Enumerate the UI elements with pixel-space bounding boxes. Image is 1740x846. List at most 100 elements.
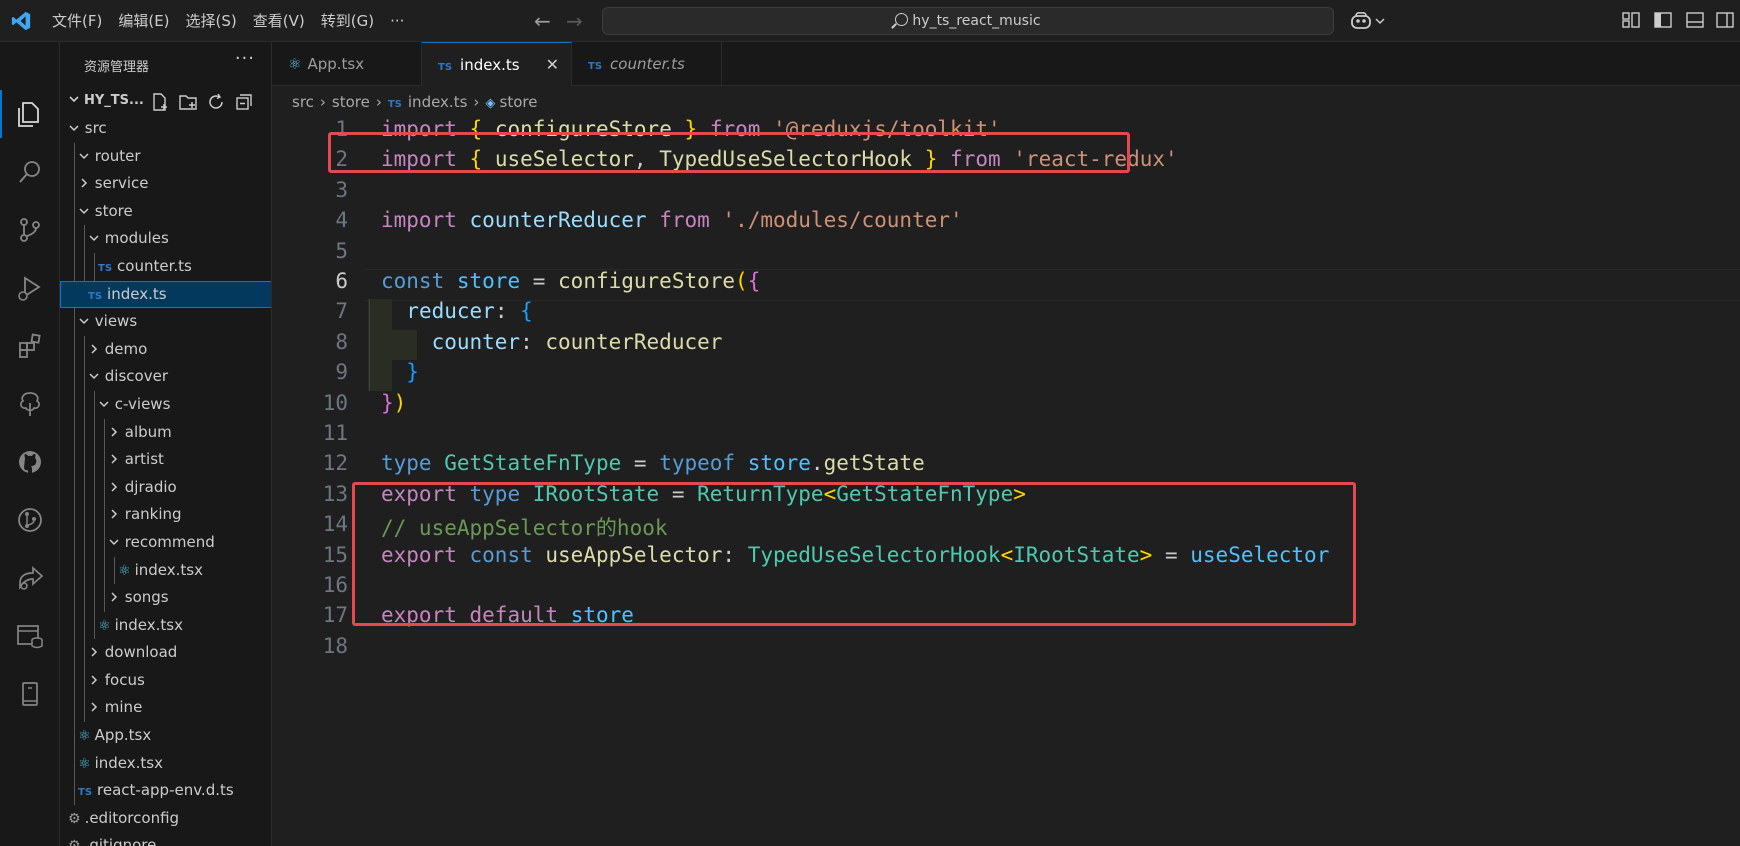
- customize-layout-icon[interactable]: [1622, 12, 1640, 28]
- code-token: {: [520, 299, 533, 324]
- source-control-icon[interactable]: [12, 212, 48, 248]
- close-icon[interactable]: ✕: [546, 43, 559, 87]
- chevron-right-icon: [111, 454, 118, 464]
- folder-item[interactable]: modules: [60, 225, 271, 253]
- vscode-logo-icon[interactable]: [10, 10, 32, 32]
- forward-arrow-icon[interactable]: →: [566, 0, 583, 42]
- breadcrumb-item[interactable]: store: [332, 93, 370, 111]
- refresh-icon[interactable]: [206, 92, 226, 112]
- toggle-panel-icon[interactable]: [1686, 12, 1704, 28]
- file-item[interactable]: ⚙.gitignore: [60, 832, 271, 846]
- new-folder-icon[interactable]: [178, 92, 198, 112]
- live-share-icon[interactable]: [12, 560, 48, 596]
- toggle-primary-sidebar-icon[interactable]: [1654, 12, 1672, 28]
- menu-item[interactable]: 查看(V): [245, 0, 313, 42]
- breadcrumb-item[interactable]: src: [292, 93, 314, 111]
- file-item[interactable]: ⚛ index.tsx: [60, 556, 271, 585]
- database-icon[interactable]: [12, 618, 48, 654]
- file-item[interactable]: ⚛ index.tsx: [60, 749, 271, 778]
- breadcrumb: src › store › TS index.ts › ◈ store: [292, 88, 538, 116]
- chevron-right-icon: [81, 178, 88, 188]
- folder-item[interactable]: src: [60, 115, 271, 143]
- folder-item[interactable]: demo: [60, 335, 271, 364]
- chevron-right-icon: [91, 344, 98, 354]
- indent-guide: [74, 308, 75, 336]
- chevron-right-icon: [111, 509, 118, 519]
- code-line[interactable]: import counterReducer from './modules/co…: [381, 208, 963, 232]
- file-item[interactable]: TS counter.ts: [60, 252, 271, 281]
- code-token: }: [381, 390, 394, 415]
- folder-item[interactable]: views: [60, 308, 271, 336]
- tab-index-ts[interactable]: TS index.ts ✕: [422, 42, 572, 86]
- code-line[interactable]: }): [381, 391, 406, 415]
- back-arrow-icon[interactable]: ←: [534, 0, 551, 42]
- indent-guide: [84, 694, 85, 723]
- folder-item[interactable]: service: [60, 170, 271, 198]
- line-number: 4: [335, 208, 348, 233]
- menu-item[interactable]: ···: [382, 0, 412, 42]
- folder-item[interactable]: artist: [60, 446, 271, 474]
- folder-item[interactable]: djradio: [60, 473, 271, 502]
- workspace-root[interactable]: HY_TS...: [60, 90, 271, 114]
- github-icon[interactable]: [12, 444, 48, 480]
- file-item[interactable]: TS index.ts: [60, 280, 271, 309]
- code-line[interactable]: counter: counterReducer: [381, 330, 723, 354]
- toggle-secondary-sidebar-icon[interactable]: [1716, 12, 1734, 28]
- folder-item[interactable]: album: [60, 418, 271, 447]
- extensions-icon[interactable]: [12, 328, 48, 364]
- code-line[interactable]: reducer: {: [381, 299, 533, 324]
- tab-counter-ts[interactable]: TS counter.ts: [572, 42, 722, 86]
- git-graph-icon[interactable]: [12, 502, 48, 538]
- indent-guide: [74, 390, 75, 419]
- command-center-search[interactable]: hy_ts_react_music: [602, 7, 1334, 35]
- menu-item[interactable]: 选择(S): [178, 0, 245, 42]
- breadcrumb-item[interactable]: store: [500, 93, 538, 111]
- code-line[interactable]: const store = configureStore({: [381, 269, 760, 293]
- tree-item-label: index.ts: [107, 284, 167, 303]
- chevron-right-icon: ›: [375, 93, 382, 111]
- explorer-icon[interactable]: [12, 96, 48, 132]
- code-token: {: [747, 269, 761, 293]
- folder-item[interactable]: ranking: [60, 501, 271, 529]
- folder-item[interactable]: c-views: [60, 390, 271, 419]
- chevron-down-icon: [68, 93, 80, 108]
- code-editor[interactable]: 1 import { configureStore } from '@reduxj…: [272, 116, 1740, 846]
- menu-bar: 文件(F) 编辑(E) 选择(S) 查看(V) 转到(G) ···: [44, 0, 412, 42]
- copilot-icon[interactable]: [1350, 11, 1372, 31]
- file-item[interactable]: ⚙ .editorconfig: [60, 805, 271, 833]
- run-debug-icon[interactable]: [12, 270, 48, 306]
- folder-item[interactable]: recommend: [60, 528, 271, 557]
- more-actions-icon[interactable]: ···: [235, 48, 255, 69]
- folder-item[interactable]: discover: [60, 363, 271, 391]
- folder-item[interactable]: mine: [60, 694, 271, 723]
- folder-item[interactable]: songs: [60, 584, 271, 612]
- chevron-down-icon[interactable]: [1374, 15, 1386, 27]
- collapse-all-icon[interactable]: [234, 92, 254, 112]
- indent-guide: [74, 584, 75, 612]
- search-icon[interactable]: [12, 154, 48, 190]
- tab-app-tsx[interactable]: ⚛ App.tsx: [272, 42, 422, 86]
- breadcrumb-item[interactable]: index.ts: [408, 93, 468, 111]
- file-item[interactable]: ⚛ App.tsx: [60, 722, 271, 750]
- menu-item[interactable]: 编辑(E): [110, 0, 177, 42]
- remote-explorer-icon[interactable]: [12, 676, 48, 712]
- folder-item[interactable]: focus: [60, 666, 271, 695]
- new-file-icon[interactable]: [150, 92, 170, 112]
- active-indicator: [0, 90, 2, 138]
- indent-guide: [94, 584, 95, 612]
- indent-guide: [94, 446, 95, 474]
- tree-item-label: router: [94, 146, 141, 165]
- folder-item[interactable]: router: [60, 142, 271, 171]
- tree-icon[interactable]: [12, 386, 48, 422]
- folder-item[interactable]: store: [60, 197, 271, 226]
- folder-item[interactable]: download: [60, 639, 271, 667]
- menu-item[interactable]: 转到(G): [313, 0, 382, 42]
- code-line[interactable]: }: [381, 360, 419, 384]
- menu-item[interactable]: 文件(F): [44, 0, 110, 42]
- file-item[interactable]: TS react-app-env.d.ts: [60, 777, 271, 805]
- explorer-sidebar: 资源管理器 ··· HY_TS... src router service st…: [60, 42, 272, 846]
- code-line[interactable]: type GetStateFnType = typeof store.getSt…: [381, 451, 925, 475]
- code-token: counterReducer: [469, 208, 647, 233]
- file-item[interactable]: ⚛ index.tsx: [60, 611, 271, 640]
- indent-guide: [94, 252, 95, 281]
